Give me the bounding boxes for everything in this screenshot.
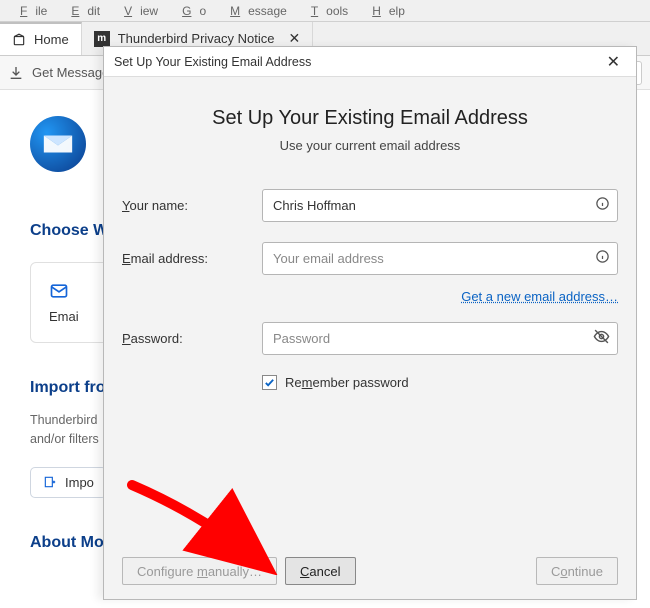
import-button-label: Impo [65,475,94,490]
info-icon[interactable] [595,249,610,269]
email-card-label: Emai [49,309,79,324]
import-icon [43,475,57,489]
info-icon[interactable] [595,196,610,216]
email-label: Email address: [122,251,262,266]
menu-go[interactable]: Go [166,2,214,20]
eye-off-icon[interactable] [593,328,610,350]
tab-privacy-label: Thunderbird Privacy Notice [118,31,275,46]
continue-button[interactable]: Continue [536,557,618,585]
remember-label: Remember password [285,375,409,390]
dialog-subtitle: Use your current email address [122,138,618,153]
mail-icon [49,281,69,301]
menu-tools[interactable]: Tools [295,2,356,20]
thunderbird-logo [30,116,86,172]
download-icon[interactable] [8,65,24,81]
setup-dialog: Set Up Your Existing Email Address ✕ Set… [103,46,637,600]
tab-home-label: Home [34,32,69,47]
name-label: Your name: [122,198,262,213]
menu-view[interactable]: View [108,2,166,20]
remember-checkbox[interactable] [262,375,277,390]
name-field[interactable] [262,189,618,222]
mozilla-icon: m [94,31,110,47]
password-label: Password: [122,331,262,346]
dialog-footer: Configure manually… Cancel Continue [122,547,618,585]
close-icon[interactable]: ✕ [288,30,300,47]
cancel-button[interactable]: Cancel [285,557,355,585]
dialog-heading: Set Up Your Existing Email Address [122,107,618,130]
configure-manually-button[interactable]: Configure manually… [122,557,277,585]
home-icon [12,33,26,47]
get-new-email-link[interactable]: Get a new email address… [461,289,618,304]
close-icon[interactable]: ✕ [601,50,626,74]
import-button[interactable]: Impo [30,467,107,498]
menu-file[interactable]: File [4,2,55,20]
tab-home[interactable]: Home [0,22,82,55]
menu-edit[interactable]: Edit [55,2,108,20]
dialog-title-bar: Set Up Your Existing Email Address ✕ [104,47,636,77]
menu-message[interactable]: Message [214,2,295,20]
menu-bar: File Edit View Go Message Tools Help [0,0,650,22]
dialog-title-text: Set Up Your Existing Email Address [114,55,311,69]
menu-help[interactable]: Help [356,2,413,20]
email-field[interactable] [262,242,618,275]
password-field[interactable] [262,322,618,355]
